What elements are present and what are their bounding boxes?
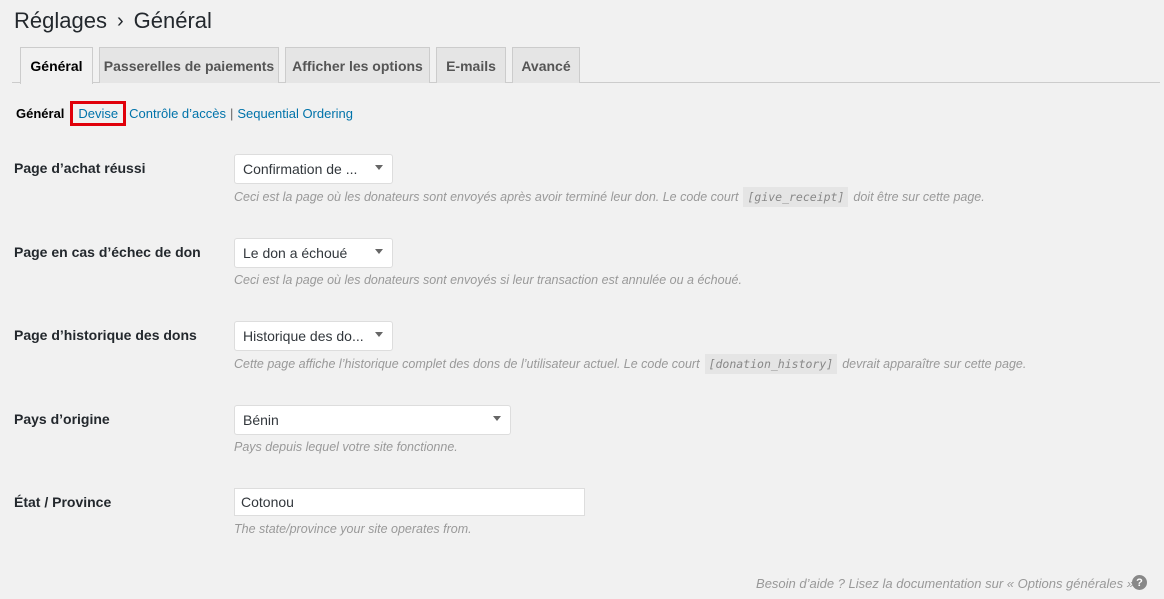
success-page-description: Ceci est la page où les donateurs sont e…: [234, 187, 985, 207]
subnav-link-currency[interactable]: Devise: [70, 101, 127, 126]
success-page-desc-suffix: doit être sur cette page.: [853, 190, 985, 204]
success-page-shortcode: [give_receipt]: [743, 187, 849, 207]
history-page-desc-suffix: devrait apparaître sur cette page.: [842, 357, 1027, 371]
state-province-label: État / Province: [14, 494, 112, 510]
help-documentation-link[interactable]: Besoin d’aide ? Lisez la documentation s…: [756, 576, 1134, 591]
base-country-description: Pays depuis lequel votre site fonctionne…: [234, 440, 458, 454]
history-page-select[interactable]: Historique des do...: [234, 321, 393, 351]
history-page-select-value: Historique des do...: [243, 328, 364, 344]
success-page-label: Page d’achat réussi: [14, 160, 146, 176]
success-page-select[interactable]: Confirmation de ...: [234, 154, 393, 184]
history-page-label: Page d’historique des dons: [14, 327, 197, 343]
subnav-separator: |: [230, 106, 234, 121]
base-country-select[interactable]: Bénin: [234, 405, 511, 435]
subnav-link-access-control[interactable]: Contrôle d’accès: [129, 106, 226, 121]
failure-page-select[interactable]: Le don a échoué: [234, 238, 393, 268]
chevron-right-icon: ›: [116, 9, 124, 32]
success-page-desc-text: Ceci est la page où les donateurs sont e…: [234, 190, 739, 204]
subnav-current-general: Général: [16, 106, 65, 121]
base-country-label: Pays d’origine: [14, 411, 110, 427]
tab-payment-gateways[interactable]: Passerelles de paiements: [99, 47, 279, 83]
dropdown-arrow-icon: [375, 332, 383, 337]
success-page-select-value: Confirmation de ...: [243, 161, 358, 177]
base-country-select-value: Bénin: [243, 412, 279, 428]
subnav-link-sequential-ordering[interactable]: Sequential Ordering: [237, 106, 353, 121]
dropdown-arrow-icon: [375, 249, 383, 254]
tab-display-options[interactable]: Afficher les options: [285, 47, 430, 83]
failure-page-label: Page en cas d’échec de don: [14, 244, 201, 260]
help-icon[interactable]: ?: [1132, 575, 1147, 590]
breadcrumb-root: Réglages: [14, 8, 107, 33]
state-province-description: The state/province your site operates fr…: [234, 522, 472, 536]
state-province-desc-text: The state/province your site operates fr…: [234, 522, 472, 536]
tab-advanced[interactable]: Avancé: [512, 47, 580, 83]
base-country-desc-text: Pays depuis lequel votre site fonctionne…: [234, 440, 458, 454]
tab-emails[interactable]: E-mails: [436, 47, 506, 83]
history-page-description: Cette page affiche l’historique complet …: [234, 354, 1026, 374]
state-province-input[interactable]: Cotonou: [234, 488, 585, 516]
section-subnav: Général Devise Contrôle d’accès | Sequen…: [16, 101, 353, 126]
failure-page-select-value: Le don a échoué: [243, 245, 348, 261]
dropdown-arrow-icon: [493, 416, 501, 421]
dropdown-arrow-icon: [375, 165, 383, 170]
tab-general[interactable]: Général: [20, 47, 93, 84]
history-page-shortcode: [donation_history]: [704, 354, 838, 374]
breadcrumb-current: Général: [133, 8, 212, 33]
history-page-desc-text: Cette page affiche l’historique complet …: [234, 357, 700, 371]
settings-tabs: Général Passerelles de paiements Affiche…: [20, 47, 1164, 84]
failure-page-desc-text: Ceci est la page où les donateurs sont e…: [234, 273, 742, 287]
page-title: Réglages › Général: [14, 8, 212, 34]
failure-page-description: Ceci est la page où les donateurs sont e…: [234, 273, 742, 287]
